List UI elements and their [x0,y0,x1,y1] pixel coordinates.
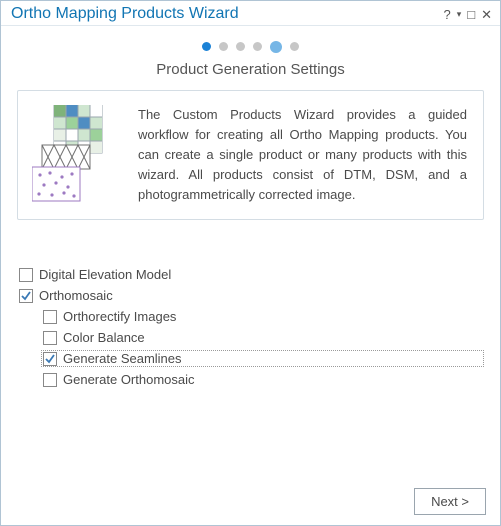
products-graphic-icon [32,105,122,205]
checkbox-label: Orthomosaic [39,288,113,303]
checkbox-dem[interactable]: Digital Elevation Model [17,266,484,283]
window-title: Ortho Mapping Products Wizard [11,5,239,23]
dropdown-icon[interactable]: ▾ [457,10,462,19]
help-icon[interactable]: ? [443,8,450,21]
window-controls: ? ▾ □ ✕ [443,8,492,21]
maximize-icon[interactable]: □ [467,8,475,21]
checkbox-generate-orthomosaic[interactable]: Generate Orthomosaic [41,371,484,388]
step-dot-6 [290,42,299,51]
info-panel: The Custom Products Wizard provides a gu… [17,90,484,221]
checkbox-label: Orthorectify Images [63,309,176,324]
checkbox-label: Digital Elevation Model [39,267,171,282]
footer: Next > [1,482,500,525]
checkbox-box [43,352,57,366]
checkbox-box [43,373,57,387]
checkbox-orthomosaic[interactable]: Orthomosaic [17,287,484,304]
info-text: The Custom Products Wizard provides a gu… [138,105,467,206]
close-icon[interactable]: ✕ [481,8,492,21]
checkbox-color-balance[interactable]: Color Balance [41,329,484,346]
checkbox-label: Color Balance [63,330,145,345]
step-dot-1 [202,42,211,51]
step-dot-3 [236,42,245,51]
checkbox-generate-seamlines[interactable]: Generate Seamlines [41,350,484,367]
checkbox-label: Generate Seamlines [63,351,182,366]
checkbox-box [43,331,57,345]
step-dot-2 [219,42,228,51]
step-indicator [17,42,484,53]
title-bar: Ortho Mapping Products Wizard ? ▾ □ ✕ [1,1,500,26]
wizard-window: Ortho Mapping Products Wizard ? ▾ □ ✕ Pr… [0,0,501,526]
step-dot-5 [270,41,282,53]
checkbox-box [19,289,33,303]
options-group: Digital Elevation Model Orthomosaic Orth… [17,262,484,392]
wizard-body: Product Generation Settings [1,26,500,482]
step-dot-4 [253,42,262,51]
checkbox-box [43,310,57,324]
checkbox-box [19,268,33,282]
page-subtitle: Product Generation Settings [17,61,484,78]
checkbox-label: Generate Orthomosaic [63,372,195,387]
next-button[interactable]: Next > [414,488,486,515]
checkbox-orthorectify[interactable]: Orthorectify Images [41,308,484,325]
